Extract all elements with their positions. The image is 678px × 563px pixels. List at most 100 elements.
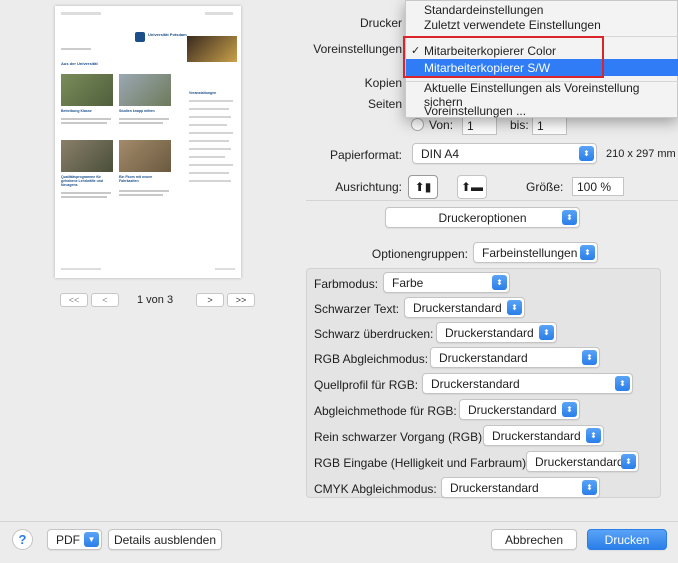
preview-sidebar-title: Veranstaltungen bbox=[189, 91, 217, 95]
preview-text-line bbox=[61, 118, 111, 120]
popup-arrows-icon: ⬍ bbox=[615, 376, 630, 391]
print-preview-page: Universität Potsdam Aus der Universität … bbox=[55, 6, 241, 278]
color-mode-popup[interactable]: Farbe ⬍ bbox=[383, 272, 510, 293]
popup-arrows-icon: ⬍ bbox=[582, 350, 597, 365]
scale-label: Größe: bbox=[526, 180, 564, 194]
preview-caption-2: Studien knapp mitten bbox=[119, 109, 155, 113]
pdf-menu-button[interactable]: PDF ▼ bbox=[47, 529, 102, 550]
preview-image-4 bbox=[119, 140, 171, 172]
setting-label: Abgleichmethode für RGB: bbox=[314, 404, 457, 418]
setting-value: Druckerstandard bbox=[468, 402, 557, 417]
popup-arrows-icon: ⬍ bbox=[621, 454, 636, 469]
pdf-label: PDF bbox=[56, 532, 80, 547]
cmyk-matching-mode-popup[interactable]: Druckerstandard ⬍ bbox=[441, 477, 600, 498]
scale-input[interactable]: 100 % bbox=[572, 177, 624, 196]
preview-sidebar-item bbox=[189, 156, 225, 158]
setting-label: Schwarz überdrucken: bbox=[314, 327, 434, 341]
setting-label: Schwarzer Text: bbox=[314, 302, 400, 316]
preview-text-line bbox=[119, 122, 163, 124]
black-overprint-popup[interactable]: Druckerstandard ⬍ bbox=[436, 322, 557, 343]
setting-label: RGB Abgleichmodus: bbox=[314, 352, 429, 366]
preview-sidebar-list bbox=[189, 100, 237, 220]
rgb-source-profile-popup[interactable]: Druckerstandard ⬍ bbox=[422, 373, 633, 394]
preview-footer-page bbox=[215, 268, 235, 270]
preview-sidebar-item bbox=[189, 116, 231, 118]
print-button[interactable]: Drucken bbox=[587, 529, 667, 550]
popup-arrows-icon: ⬍ bbox=[507, 300, 522, 315]
landscape-orientation-icon: ⬆▬ bbox=[460, 180, 484, 194]
menu-item-recent-settings[interactable]: Zuletzt verwendete Einstellungen bbox=[406, 16, 678, 33]
preview-text-line bbox=[61, 122, 107, 124]
preview-sidebar-item bbox=[189, 140, 229, 142]
rgb-input-popup[interactable]: Druckerstandard ⬍ bbox=[526, 451, 639, 472]
printer-label: Drucker bbox=[359, 16, 402, 30]
landscape-orientation-button[interactable]: ⬆▬ bbox=[457, 175, 487, 199]
popup-arrows-icon: ⬍ bbox=[539, 325, 554, 340]
preview-sidebar-item bbox=[189, 108, 229, 110]
preview-text-line bbox=[61, 196, 107, 198]
popup-arrows-icon: ⬍ bbox=[582, 480, 597, 495]
popup-arrows-icon: ⬍ bbox=[562, 210, 577, 225]
menu-item-save-current-settings[interactable]: Aktuelle Einstellungen als Voreinstellun… bbox=[406, 81, 678, 109]
hide-details-button[interactable]: Details ausblenden bbox=[108, 529, 222, 550]
setting-value: Druckerstandard bbox=[535, 454, 624, 469]
to-label: bis: bbox=[510, 118, 529, 132]
previous-page-button[interactable]: < bbox=[91, 293, 119, 307]
preview-text-line bbox=[61, 192, 111, 194]
pages-label: Seiten bbox=[367, 97, 402, 111]
preview-caption-1: Betreibung Klasse bbox=[61, 109, 92, 113]
preview-sidebar-image bbox=[187, 36, 237, 62]
help-button[interactable]: ? bbox=[12, 529, 33, 550]
option-groups-value: Farbeinstellungen bbox=[482, 245, 578, 260]
page-counter: 1 von 3 bbox=[137, 294, 174, 306]
pages-range-radio[interactable] bbox=[411, 118, 424, 131]
preview-heading: Aus der Universität bbox=[61, 61, 98, 66]
setting-value: Druckerstandard bbox=[439, 350, 528, 365]
menu-item-presets-manage[interactable]: Voreinstellungen ... bbox=[406, 102, 678, 119]
setting-label: Rein schwarzer Vorgang (RGB): bbox=[314, 430, 486, 444]
preview-text-line bbox=[119, 118, 169, 120]
menu-item-label: Zuletzt verwendete Einstellungen bbox=[424, 17, 601, 32]
popup-arrows-icon: ⬍ bbox=[580, 245, 595, 260]
portrait-orientation-button[interactable]: ⬆▮ bbox=[408, 175, 438, 199]
paper-size-label: Papierformat: bbox=[329, 148, 402, 162]
preview-sidebar-item bbox=[189, 148, 231, 150]
first-page-button[interactable]: << bbox=[60, 293, 88, 307]
footer-divider bbox=[0, 521, 678, 522]
black-text-popup[interactable]: Druckerstandard ⬍ bbox=[404, 297, 525, 318]
preview-image-1 bbox=[61, 74, 113, 106]
setting-value: Druckerstandard bbox=[492, 428, 581, 443]
rgb-matching-mode-popup[interactable]: Druckerstandard ⬍ bbox=[430, 347, 600, 368]
preview-sidebar-item bbox=[189, 124, 227, 126]
setting-value: Druckerstandard bbox=[431, 376, 520, 391]
orientation-label: Ausrichtung: bbox=[335, 180, 402, 194]
setting-label: CMYK Abgleichmodus: bbox=[314, 482, 437, 496]
option-groups-label: Optionengruppen: bbox=[371, 247, 468, 261]
preview-breadcrumb bbox=[61, 48, 91, 50]
setting-label: Farbmodus: bbox=[314, 277, 379, 291]
preview-text-line bbox=[119, 194, 163, 196]
menu-item-label: Voreinstellungen ... bbox=[424, 103, 527, 118]
preview-header-line bbox=[61, 12, 101, 15]
setting-label: RGB Eingabe (Helligkeit und Farbraum): bbox=[314, 456, 530, 470]
preview-image-3 bbox=[61, 140, 113, 172]
cancel-button[interactable]: Abbrechen bbox=[491, 529, 577, 550]
option-groups-popup[interactable]: Farbeinstellungen ⬍ bbox=[473, 242, 598, 263]
next-page-button[interactable]: > bbox=[196, 293, 224, 307]
preview-caption-4: Ein Fkom mit neuen Fahrkasiten bbox=[119, 175, 153, 183]
last-page-button[interactable]: >> bbox=[227, 293, 255, 307]
preview-text-line bbox=[119, 190, 169, 192]
from-label: Von: bbox=[429, 118, 454, 132]
rgb-matching-method-popup[interactable]: Druckerstandard ⬍ bbox=[459, 399, 580, 420]
popup-arrows-icon: ⬍ bbox=[579, 146, 594, 161]
preview-caption-3: Qualitätsprogramme für gehobene Lehrkräf… bbox=[61, 175, 104, 187]
printer-options-popup[interactable]: Druckeroptionen ⬍ bbox=[385, 207, 580, 228]
presets-label: Voreinstellungen bbox=[313, 42, 402, 56]
setting-label: Quellprofil für RGB: bbox=[314, 378, 419, 392]
section-divider bbox=[306, 200, 678, 201]
preview-header-date bbox=[205, 12, 233, 15]
pure-black-process-popup[interactable]: Druckerstandard ⬍ bbox=[483, 425, 604, 446]
paper-size-popup[interactable]: DIN A4 ⬍ bbox=[412, 143, 597, 164]
setting-value: Farbe bbox=[392, 275, 424, 290]
preview-footer-line bbox=[61, 268, 101, 270]
